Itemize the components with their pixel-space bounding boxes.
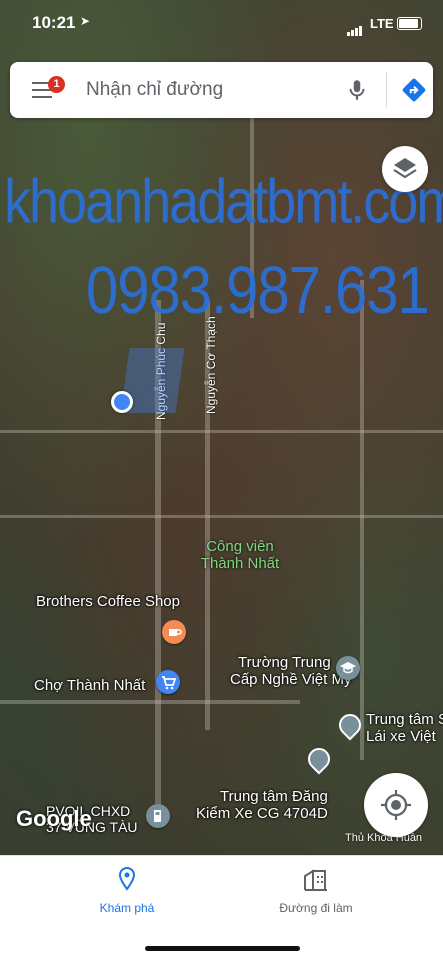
school-label[interactable]: Trường Trung Cấp Nghề Việt Mỹ xyxy=(230,654,351,688)
notification-badge: 1 xyxy=(48,76,65,93)
location-pin-icon xyxy=(118,866,136,891)
layers-icon xyxy=(393,158,417,179)
shopping-cart-icon[interactable] xyxy=(156,670,180,694)
gas-station-icon[interactable] xyxy=(146,804,170,828)
school-name-line2: Cấp Nghề Việt Mỹ xyxy=(230,671,352,688)
search-bar[interactable]: 1 Nhận chỉ đường xyxy=(10,62,433,118)
home-indicator xyxy=(145,946,300,951)
battery-icon xyxy=(397,17,422,30)
building-icon xyxy=(304,869,327,891)
nav-commute[interactable]: Đường đi làm xyxy=(256,866,376,915)
school-name-line1: Trường Trung xyxy=(238,654,331,671)
directions-icon[interactable] xyxy=(401,77,427,103)
inspection-name-line2: Kiểm Xe CG 4704D xyxy=(196,805,328,822)
coffee-icon[interactable] xyxy=(162,620,186,644)
watermark-phone: 0983.987.631 xyxy=(86,253,430,328)
signal-icon xyxy=(347,18,363,36)
graduation-cap-icon[interactable] xyxy=(336,656,360,680)
status-time: 10:21 xyxy=(32,13,76,32)
street-label: Nguyễn Cơ Thạch xyxy=(204,316,218,414)
driving-center-label[interactable]: Trung tâm S Lái xe Việt xyxy=(366,711,443,745)
market-label[interactable]: Chợ Thành Nhất xyxy=(34,677,145,694)
driving-name-line2: Lái xe Việt xyxy=(366,728,436,745)
layers-button[interactable] xyxy=(382,146,428,192)
bottom-navigation: Khám phá Đường đi làm xyxy=(0,855,443,961)
network-type: LTE xyxy=(370,16,394,31)
map-view[interactable]: khoanhadatbmt.com 0983.987.631 Nguyễn Ph… xyxy=(0,0,443,855)
search-divider xyxy=(386,72,387,108)
status-bar: 10:21 ➤ LTE xyxy=(0,0,443,48)
inspection-name-line1: Trung tâm Đăng xyxy=(220,788,328,805)
coffee-label[interactable]: Brothers Coffee Shop xyxy=(36,593,180,610)
microphone-icon[interactable] xyxy=(344,77,370,103)
nav-commute-label: Đường đi làm xyxy=(279,901,353,915)
nav-explore-label: Khám phá xyxy=(99,901,155,915)
driving-name-line1: Trung tâm S xyxy=(366,711,443,728)
nav-explore[interactable]: Khám phá xyxy=(67,866,187,915)
park-name-line1: Công viên xyxy=(206,538,274,555)
search-input[interactable]: Nhận chỉ đường xyxy=(86,79,223,101)
my-location-button[interactable] xyxy=(364,773,428,837)
park-name-line2: Thành Nhất xyxy=(200,555,280,572)
crosshair-icon xyxy=(381,790,411,820)
watermark-site: khoanhadatbmt.com xyxy=(4,167,443,237)
park-label[interactable]: Công viên Thành Nhất xyxy=(190,538,290,572)
inspection-center-label[interactable]: Trung tâm Đăng Kiểm Xe CG 4704D xyxy=(196,788,328,822)
google-logo: Google xyxy=(16,806,92,831)
current-location-dot[interactable] xyxy=(111,391,133,413)
location-arrow-icon: ➤ xyxy=(80,14,91,28)
location-pin-icon[interactable] xyxy=(303,743,335,775)
